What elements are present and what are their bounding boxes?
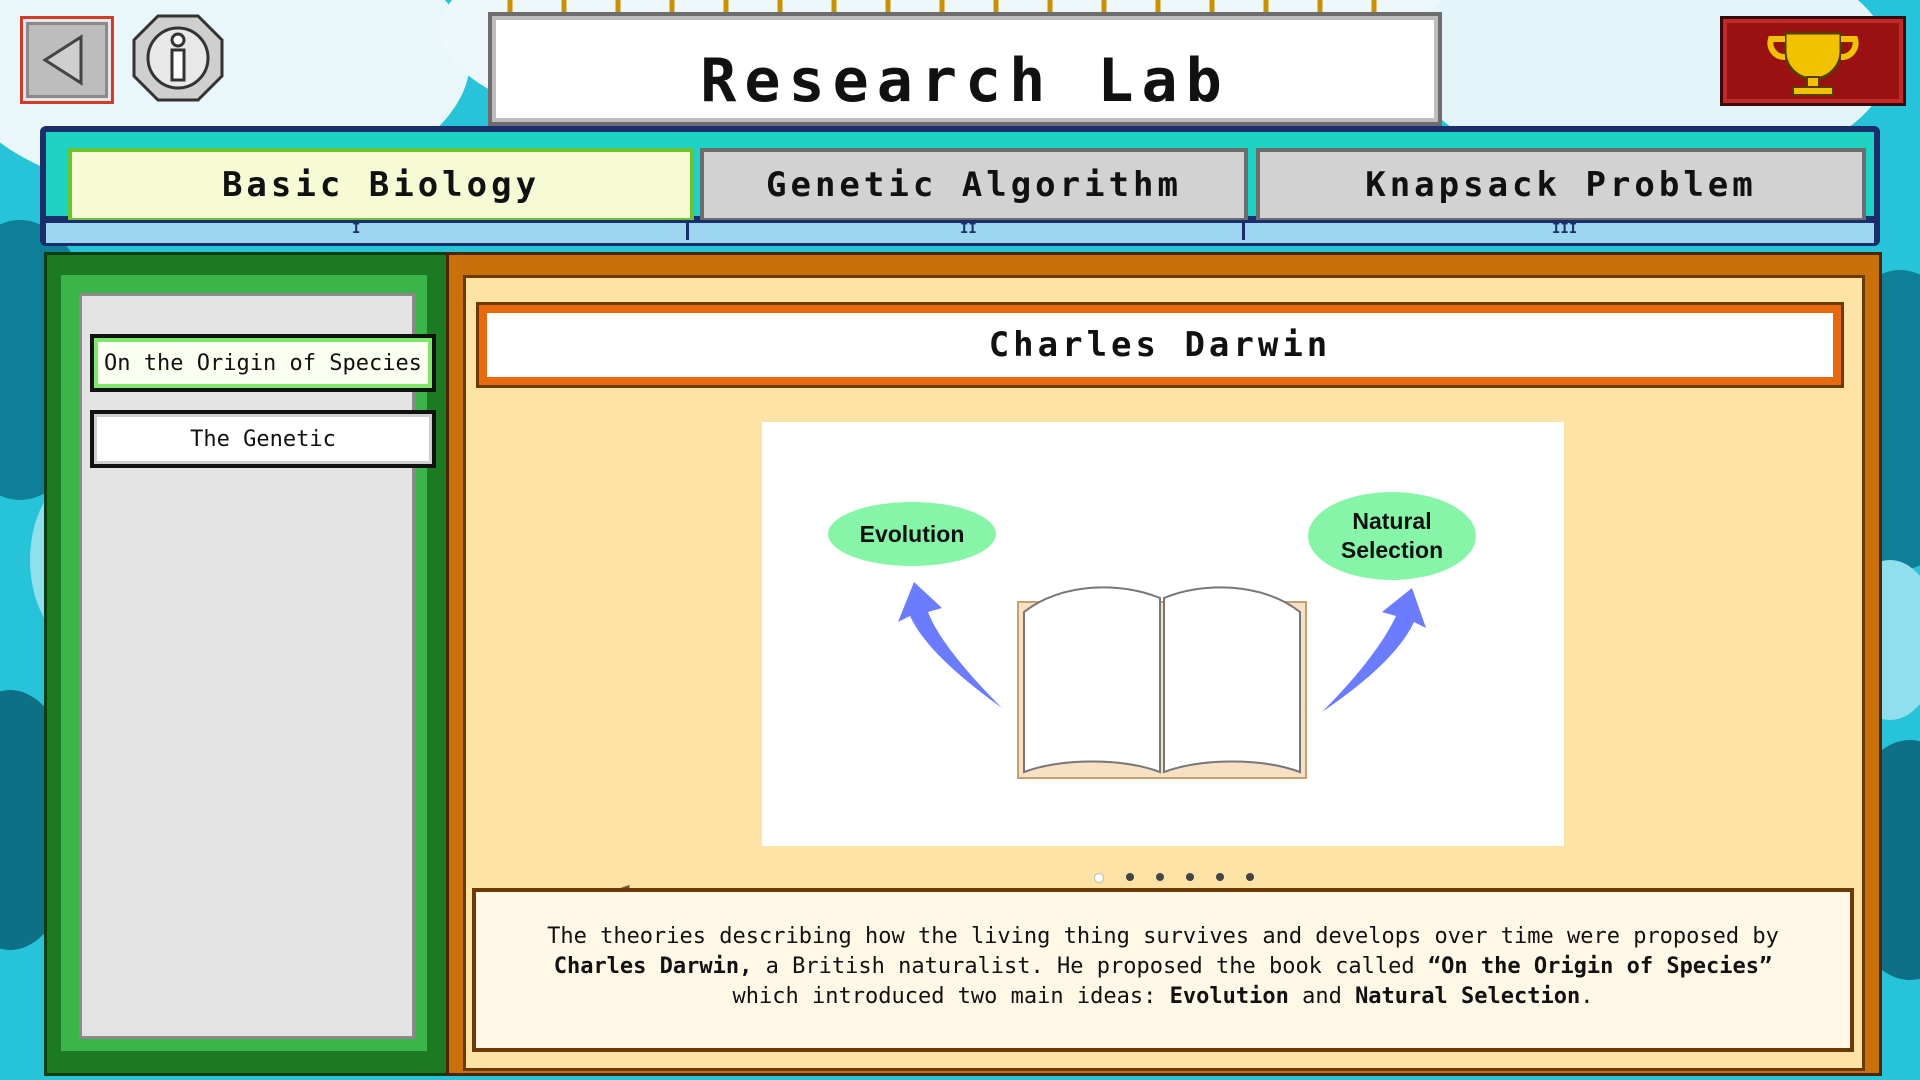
back-button[interactable] <box>20 16 114 104</box>
category-tabbar: Basic Biology Genetic Algorithm Knapsack… <box>40 126 1880 246</box>
description-part-2: a British naturalist. He proposed the bo… <box>752 954 1428 979</box>
page-title: Research Lab <box>700 46 1230 116</box>
topic-list-frame: On the Origin of Species The Genetic <box>61 275 436 1051</box>
book-icon <box>1017 586 1307 779</box>
topic-list[interactable]: On the Origin of Species The Genetic <box>79 293 436 1039</box>
tab-numeral-2: II <box>960 221 977 237</box>
content-panel: Charles Darwin Evolution Natural Selecti… <box>446 252 1882 1076</box>
back-arrow-icon <box>42 34 83 86</box>
tab-numeral-3: III <box>1552 221 1578 237</box>
pagination-dot[interactable] <box>1216 873 1224 881</box>
pagination-dot[interactable] <box>1186 873 1194 881</box>
description-part-4: and <box>1288 984 1356 1009</box>
list-item-the-genetic[interactable]: The Genetic <box>90 410 436 468</box>
pagination-dot[interactable] <box>1246 873 1254 881</box>
topic-list-panel: On the Origin of Species The Genetic <box>44 252 450 1076</box>
tabbar-surface: Basic Biology Genetic Algorithm Knapsack… <box>46 132 1874 222</box>
content-heading-bar: Charles Darwin <box>476 302 1844 388</box>
description-bold-darwin: Charles Darwin, <box>553 954 753 979</box>
slide-pagination <box>1094 873 1254 883</box>
description-part-3: which introduced two main ideas: <box>732 984 1170 1009</box>
tab-divider <box>1242 220 1245 240</box>
tab-knapsack-problem[interactable]: Knapsack Problem <box>1256 148 1866 222</box>
pagination-dot[interactable] <box>1126 873 1134 881</box>
description-bold-natural-selection: Natural Selection <box>1355 984 1581 1009</box>
list-item-origin-of-species[interactable]: On the Origin of Species <box>90 334 436 392</box>
achievements-button[interactable] <box>1720 16 1906 106</box>
info-icon <box>132 14 224 102</box>
content-frame: Charles Darwin Evolution Natural Selecti… <box>463 275 1865 1071</box>
pagination-dot[interactable] <box>1094 873 1104 883</box>
title-panel: Research Lab <box>488 12 1442 126</box>
description-bold-evolution: Evolution <box>1169 984 1289 1009</box>
trophy-icon <box>1767 31 1859 96</box>
tab-divider <box>686 220 689 240</box>
illustration-slide: Evolution Natural Selection <box>762 422 1564 846</box>
tab-genetic-algorithm[interactable]: Genetic Algorithm <box>700 148 1248 222</box>
description-part-1: The theories describing how the living t… <box>547 924 1779 949</box>
book-illustration <box>898 582 1426 779</box>
info-button[interactable] <box>132 14 224 102</box>
content-heading: Charles Darwin <box>487 313 1833 377</box>
tab-numeral-1: I <box>352 221 361 237</box>
tab-basic-biology[interactable]: Basic Biology <box>68 148 694 222</box>
description-text: The theories describing how the living t… <box>496 922 1830 1012</box>
description-bold-book: “On the Origin of Species” <box>1427 954 1773 979</box>
description-part-5: . <box>1580 984 1594 1009</box>
description-box: The theories describing how the living t… <box>472 888 1854 1052</box>
pagination-dot[interactable] <box>1156 873 1164 881</box>
